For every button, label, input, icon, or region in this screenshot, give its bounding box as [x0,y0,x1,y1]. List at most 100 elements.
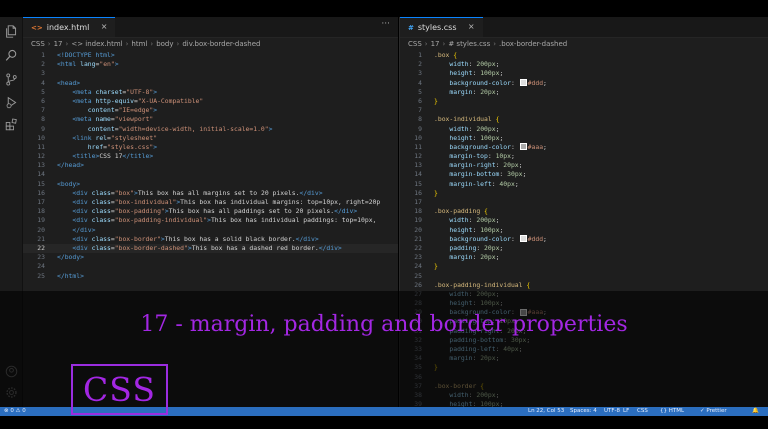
breadcrumb-item[interactable]: 17 [54,40,63,48]
source-control-icon[interactable] [4,72,18,86]
code-token: } [434,262,438,271]
code-token: ; [510,152,515,161]
extensions-icon[interactable] [4,117,18,131]
breadcrumb-item[interactable]: 17 [431,40,440,48]
status-language[interactable]: CSS [637,408,648,414]
code-token: background-color [449,234,511,243]
status-encoding[interactable]: UTF-8 [604,408,620,414]
code-token: margin-top [449,152,488,161]
code-token: <div [72,234,92,243]
breadcrumb-item[interactable]: div.box-border-dashed [182,40,260,48]
line-text: <html lang="en"> [57,60,119,69]
code-token: width [449,60,469,69]
line-number: 3 [418,69,422,78]
code-line: 11 href="styles.css"> [23,143,398,152]
color-swatch-icon[interactable] [519,235,527,243]
code-token: "viewport" [114,115,154,124]
status-eol[interactable]: LF [623,408,629,414]
line-number: 16 [414,188,422,197]
code-token: ; [495,216,500,225]
line-number: 20 [37,225,45,234]
tab-styles-css[interactable]: # styles.css × [400,17,483,37]
code-token: > [153,87,158,96]
code-token: name [95,115,111,124]
code-line: 15 <body> [23,180,398,189]
close-icon[interactable]: × [101,22,108,31]
breadcrumb-item[interactable]: <> index.html [71,40,122,48]
breadcrumb-item[interactable]: CSS [31,40,45,48]
code-token: charset [95,87,123,96]
close-icon[interactable]: × [468,22,475,31]
color-swatch-icon[interactable] [519,79,527,87]
code-token: ; [499,225,504,234]
breadcrumb-item[interactable]: # styles.css [448,40,490,48]
line-text: <body> [57,180,80,189]
code-line: 19 width: 200px; [400,216,768,225]
color-swatch-icon[interactable] [519,143,527,151]
notifications-bell-icon[interactable]: 🔔 [752,408,759,414]
breadcrumb-separator: › [442,39,446,48]
code-line: 6} [400,97,768,106]
code-line: 10 height: 100px; [400,134,768,143]
breadcrumb-item[interactable]: .box-border-dashed [499,40,567,48]
code-token: <meta [72,115,96,124]
search-icon[interactable] [4,48,18,62]
status-indentation[interactable]: Spaces: 4 [570,408,597,414]
line-number: 20 [414,225,422,234]
code-token: </body> [57,253,84,262]
line-text: width: 200px; [434,216,499,225]
code-token: "width=device-width, initial-scale=1.0" [118,124,269,133]
breadcrumb-item[interactable]: CSS [408,40,422,48]
breadcrumb-item[interactable]: body [156,40,173,48]
code-line: 20 height: 100px; [400,226,768,235]
code-token: class [91,216,111,225]
line-text: margin-left: 40px; [434,180,518,189]
line-number: 23 [37,253,45,262]
code-token: } [434,188,438,197]
letterbox-bottom [0,416,768,429]
code-token: "box-padding-individual" [114,216,208,225]
line-text: <!DOCTYPE html> [57,51,115,60]
problems-indicator[interactable]: ⊗ 0 ⚠ 0 [4,408,26,414]
line-number: 26 [414,280,422,289]
line-text: <link rel="stylesheet" [57,134,157,143]
code-token: "en" [99,60,115,69]
code-token: <div [72,198,92,206]
code-token: ; [518,161,523,170]
status-html-language-icon[interactable]: {} HTML [660,408,684,414]
run-debug-icon[interactable] [4,95,18,109]
tab-label: styles.css [417,23,457,32]
line-text: .box-padding { [434,207,488,216]
code-line: 10 <link rel="stylesheet" [23,134,398,143]
code-token: 20px [503,161,519,170]
line-number: 11 [37,142,45,151]
code-line: 5 <meta charset="UTF-8"> [23,88,398,97]
breadcrumb-separator: › [493,39,497,48]
status-prettier[interactable]: ✓ Prettier [700,408,727,414]
code-token: <link [72,133,96,142]
line-number: 9 [418,124,422,133]
more-actions-icon[interactable]: ··· [381,19,390,29]
breadcrumb-item[interactable]: html [131,40,147,48]
tab-index-html[interactable]: <> index.html × [23,17,116,37]
code-token: ; [495,87,500,96]
code-token: background-color [449,142,511,151]
code-token: : [510,78,519,87]
code-line: 26 .box-padding-individual { [400,281,768,290]
line-text: } [434,97,438,106]
code-token: <title> [72,152,100,161]
line-number: 2 [41,60,45,69]
line-number: 9 [41,124,45,133]
files-icon[interactable] [4,24,18,38]
breadcrumb-separator: › [176,39,180,48]
line-text: <meta http-equiv="X-UA-Compatible" [57,97,203,106]
status-cursor-position[interactable]: Ln 22, Col 53 [528,408,564,414]
title-bar [0,0,768,17]
code-token: lang [80,60,96,69]
